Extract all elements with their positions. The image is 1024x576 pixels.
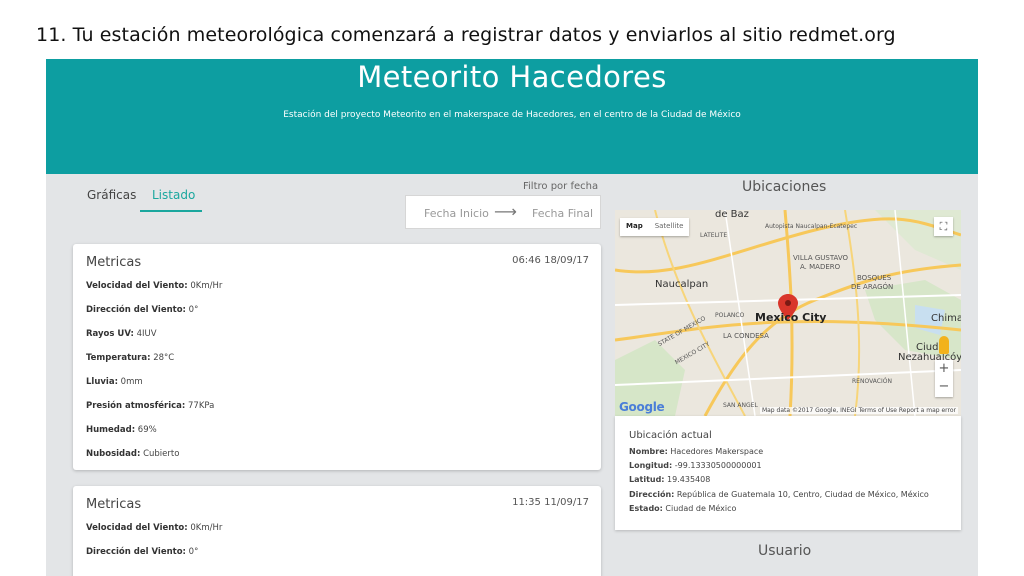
metric-row-rain: Lluvia: 0mm <box>86 377 143 387</box>
google-logo: Google <box>619 400 665 414</box>
metrics-card: Metricas 11:35 11/09/17 Velocidad del Vi… <box>73 486 601 576</box>
map-label-autopista: Autopista Naucalpan-Ecatepec <box>765 223 858 230</box>
metric-row-temperature: Temperatura: 28°C <box>86 353 175 363</box>
map-label-villa-gustavo: VILLA GUSTAVO <box>793 254 849 262</box>
active-tab-indicator <box>140 210 202 212</box>
map-label-naucalpan: Naucalpan <box>655 279 709 290</box>
site-header: Meteorito Hacedores Estación del proyect… <box>46 59 978 174</box>
street-view-pegman-icon[interactable] <box>939 336 949 354</box>
current-location-title: Ubicación actual <box>629 430 712 441</box>
map-type-map-button[interactable]: Map <box>620 218 649 234</box>
location-row-name: Nombre: Hacedores Makerspace <box>629 447 764 456</box>
location-row-address: Dirección: República de Guatemala 10, Ce… <box>629 490 929 499</box>
metric-row-wind-speed: Velocidad del Viento: 0Km/Hr <box>86 523 223 533</box>
zoom-control: + − <box>935 360 953 397</box>
user-section-heading: Usuario <box>758 543 812 559</box>
tab-listado[interactable]: Listado <box>152 188 195 202</box>
map-label-renovacion: RENOVACIÓN <box>852 378 892 385</box>
arrow-right-icon: ⟶ <box>494 202 517 221</box>
map-label-a-madero: A. MADERO <box>800 263 841 271</box>
metric-row-wind-direction: Dirección del Viento: 0° <box>86 547 199 557</box>
slide-title: 11. Tu estación meteorológica comenzará … <box>36 24 896 46</box>
zoom-in-button[interactable]: + <box>935 360 953 378</box>
end-date-input[interactable]: Fecha Final <box>532 207 593 220</box>
map-type-control: Map Satellite <box>620 218 690 236</box>
metrics-card-title: Metricas <box>86 255 142 270</box>
map-label-polanco: POLANCO <box>715 312 745 319</box>
map-label-de-aragon: DE ARAGÓN <box>851 283 894 291</box>
map-label-san-angel: SAN ANGEL <box>723 402 758 409</box>
zoom-out-button[interactable]: − <box>935 378 953 396</box>
map-label-mexico-city: Mexico City <box>755 311 827 324</box>
map-label-chimal: Chimal <box>931 313 961 324</box>
metric-row-wind-direction: Dirección del Viento: 0° <box>86 305 199 315</box>
map-label-de-baz: de Baz <box>715 210 749 220</box>
metrics-card-title: Metricas <box>86 497 142 512</box>
metrics-card: Metricas 06:46 18/09/17 Velocidad del Vi… <box>73 244 601 470</box>
location-map[interactable]: de Baz Autopista Naucalpan-Ecatepec LATE… <box>615 210 961 416</box>
metric-row-cloudiness: Nubosidad: Cubierto <box>86 449 180 459</box>
map-label-bosques: BOSQUES <box>857 274 892 282</box>
fullscreen-icon[interactable]: ⛶ <box>934 217 953 236</box>
metric-row-humidity: Humedad: 69% <box>86 425 157 435</box>
metrics-card-timestamp: 06:46 18/09/17 <box>512 255 589 266</box>
metrics-card-timestamp: 11:35 11/09/17 <box>512 497 589 508</box>
locations-heading: Ubicaciones <box>742 179 827 195</box>
location-row-latitude: Latitud: 19.435408 <box>629 475 711 484</box>
location-row-longitude: Longitud: -99.13330500000001 <box>629 461 762 470</box>
site-title: Meteorito Hacedores <box>357 60 667 94</box>
metric-row-wind-speed: Velocidad del Viento: 0Km/Hr <box>86 281 223 291</box>
map-label-satelite: LATELITE <box>700 232 728 239</box>
site-subtitle: Estación del proyecto Meteorito en el ma… <box>283 110 741 120</box>
metric-row-uv: Rayos UV: 4IUV <box>86 329 157 339</box>
browser-page-frame: Meteorito Hacedores Estación del proyect… <box>46 59 978 576</box>
start-date-input[interactable]: Fecha Inicio <box>424 207 489 220</box>
date-range-picker[interactable]: Fecha Inicio ⟶ Fecha Final <box>405 195 601 229</box>
map-type-satellite-button[interactable]: Satellite <box>649 218 690 234</box>
map-label-la-condesa: LA CONDESA <box>723 332 769 340</box>
tab-graficas[interactable]: Gráficas <box>87 188 136 202</box>
date-filter-label: Filtro por fecha <box>523 181 599 192</box>
location-row-state: Estado: Ciudad de México <box>629 504 737 513</box>
metric-row-pressure: Presión atmosférica: 77KPa <box>86 401 215 411</box>
current-location-panel: Ubicación actual Nombre: Hacedores Maker… <box>615 416 961 530</box>
map-attribution[interactable]: Map data ©2017 Google, INEGI Terms of Us… <box>759 407 958 414</box>
